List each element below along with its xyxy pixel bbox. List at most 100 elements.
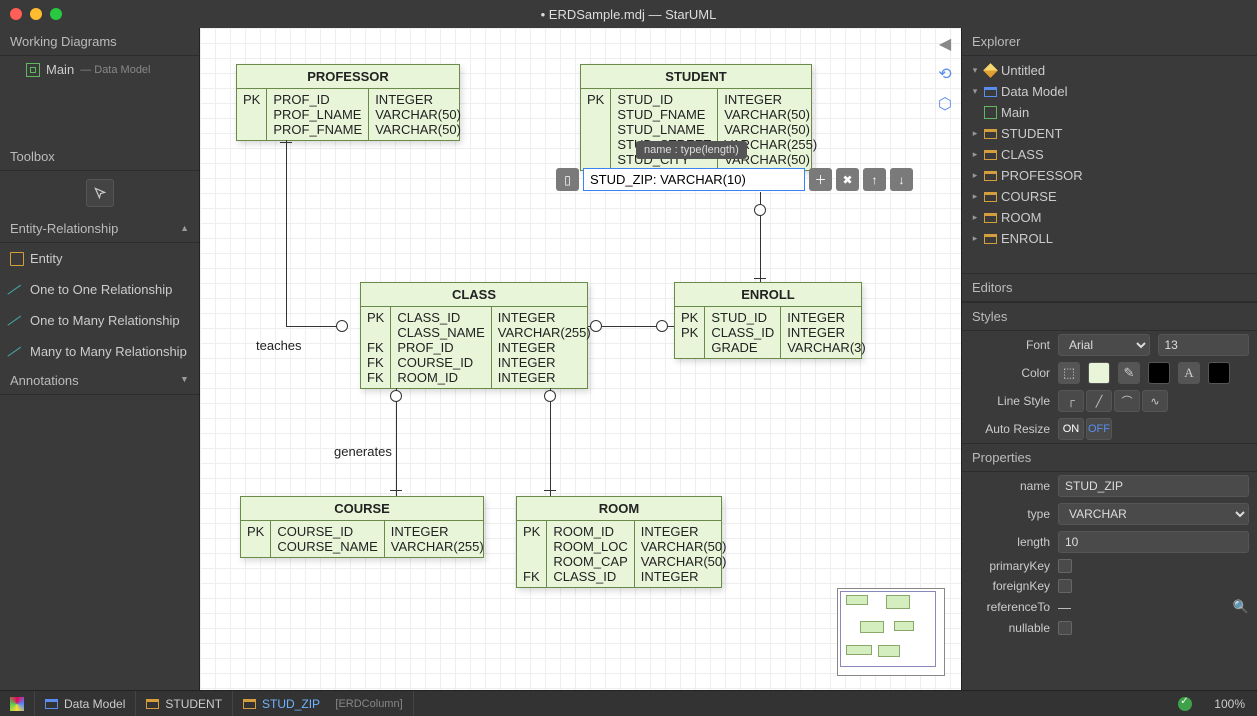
line-picker-icon[interactable]: ✎ — [1118, 362, 1140, 384]
prop-length-input[interactable] — [1058, 531, 1249, 553]
refresh-icon[interactable]: ⟲ — [938, 64, 951, 84]
editors-header[interactable]: Editors — [962, 273, 1257, 302]
entity-icon — [984, 234, 997, 244]
breadcrumb-entity[interactable]: STUDENT — [136, 691, 233, 716]
statusbar: Data Model STUDENT STUD_ZIP [ERDColumn] … — [0, 690, 1257, 716]
rel-endpoint-icon — [590, 320, 602, 332]
linestyle-rounded-button[interactable]: ⌒ — [1114, 390, 1140, 412]
column-edit-input[interactable] — [583, 168, 805, 191]
tree-data-model[interactable]: ▾Data Model — [968, 81, 1251, 102]
entity-icon — [10, 252, 24, 266]
linestyle-rect-button[interactable]: ┌ — [1058, 390, 1084, 412]
annotations-header[interactable]: Annotations ▲ — [0, 367, 199, 395]
prop-primarykey-checkbox[interactable] — [1058, 559, 1072, 573]
rel-label-generates: generates — [334, 444, 392, 459]
tree-item[interactable]: ▸ROOM — [968, 207, 1251, 228]
tree-item[interactable]: ▸COURSE — [968, 186, 1251, 207]
column-edit-row: ▯ ＋ ✖ ↑ ↓ — [556, 168, 913, 191]
linestyle-label: Line Style — [970, 394, 1050, 408]
folder-icon — [984, 87, 997, 97]
tree-item[interactable]: ▸CLASS — [968, 144, 1251, 165]
fill-color-swatch[interactable] — [1088, 362, 1110, 384]
font-size-input[interactable] — [1158, 334, 1250, 356]
entity-class[interactable]: CLASS PK FK FK FK CLASS_ID CLASS_NAME PR… — [360, 282, 588, 389]
layers-icon[interactable]: ⬡ — [938, 94, 952, 114]
linestyle-oblique-button[interactable]: ╱ — [1086, 390, 1112, 412]
prop-type-select[interactable]: VARCHAR — [1058, 503, 1249, 525]
text-color-swatch[interactable] — [1208, 362, 1230, 384]
tool-many-to-many[interactable]: Many to Many Relationship — [0, 336, 199, 367]
linestyle-curve-button[interactable]: ∿ — [1142, 390, 1168, 412]
tree-item[interactable]: ▸STUDENT — [968, 123, 1251, 144]
explorer-tree: ▾Untitled ▾Data Model Main ▸STUDENT ▸CLA… — [962, 56, 1257, 253]
tree-main[interactable]: Main — [968, 102, 1251, 123]
move-down-button[interactable]: ↓ — [890, 168, 913, 191]
rel-tick-icon — [280, 142, 292, 143]
toolbox-header[interactable]: Toolbox — [0, 143, 199, 171]
selection-tool[interactable] — [86, 179, 114, 207]
prop-nullable-checkbox[interactable] — [1058, 621, 1072, 635]
entity-icon — [984, 150, 997, 160]
tool-one-to-one[interactable]: One to One Relationship — [0, 274, 199, 305]
entity-icon — [984, 129, 997, 139]
erd-icon — [26, 63, 40, 77]
right-panel: Explorer ▾Untitled ▾Data Model Main ▸STU… — [961, 28, 1257, 690]
font-select[interactable]: Arial — [1058, 334, 1150, 356]
model-icon — [983, 63, 998, 78]
left-panel: Working Diagrams Main — Data Model Toolb… — [0, 28, 200, 690]
properties-header: Properties — [962, 443, 1257, 472]
canvas-quick-tools: ◀ ⟲ ⬡ — [933, 34, 957, 114]
line-color-swatch[interactable] — [1148, 362, 1170, 384]
one-to-many-icon — [7, 316, 28, 337]
tree-item[interactable]: ▸ENROLL — [968, 228, 1251, 249]
minimap[interactable] — [837, 588, 945, 676]
folder-icon — [45, 699, 58, 709]
breadcrumb-model[interactable]: Data Model — [35, 691, 136, 716]
rel-endpoint-icon — [656, 320, 668, 332]
titlebar: • ERDSample.mdj — StarUML — [0, 0, 1257, 28]
search-icon[interactable]: 🔍 — [1233, 599, 1249, 615]
tool-one-to-many[interactable]: One to Many Relationship — [0, 305, 199, 336]
entity-course[interactable]: COURSE PK COURSE_ID COURSE_NAME INTEGER … — [240, 496, 484, 558]
autoresize-label: Auto Resize — [970, 422, 1050, 436]
zoom-level[interactable]: 100% — [1202, 697, 1257, 711]
working-diagrams-header[interactable]: Working Diagrams — [0, 28, 199, 56]
rel-endpoint-icon — [544, 390, 556, 402]
validation-ok-icon[interactable] — [1178, 697, 1192, 711]
move-up-button[interactable]: ↑ — [863, 168, 886, 191]
er-section-header[interactable]: Entity-Relationship ▲ — [0, 215, 199, 243]
explorer-header[interactable]: Explorer — [962, 28, 1257, 56]
autoresize-off-button[interactable]: OFF — [1086, 418, 1112, 440]
column-icon — [243, 699, 256, 709]
entity-icon — [984, 192, 997, 202]
prop-foreignkey-checkbox[interactable] — [1058, 579, 1072, 593]
text-picker-icon[interactable]: A — [1178, 362, 1200, 384]
diagram-canvas[interactable]: PROFESSOR PK PROF_ID PROF_LNAME PROF_FNA… — [200, 28, 961, 690]
entity-icon — [984, 171, 997, 181]
cursor-icon — [93, 186, 107, 200]
fill-picker-icon[interactable]: ⬚ — [1058, 362, 1080, 384]
prop-referenceto-value: — — [1058, 600, 1225, 615]
working-diagram-item[interactable]: Main — Data Model — [0, 56, 199, 83]
prop-name-input[interactable] — [1058, 475, 1249, 497]
tree-item[interactable]: ▸PROFESSOR — [968, 165, 1251, 186]
entity-enroll[interactable]: ENROLL PK PK STUD_ID CLASS_ID GRADE INTE… — [674, 282, 862, 359]
plug-icon[interactable]: ◀ — [939, 34, 951, 54]
tool-entity[interactable]: Entity — [0, 243, 199, 274]
rel-endpoint-icon — [390, 390, 402, 402]
breadcrumb-column[interactable]: STUD_ZIP [ERDColumn] — [233, 691, 414, 716]
delete-column-button[interactable]: ✖ — [836, 168, 859, 191]
working-diagram-sub: — Data Model — [80, 64, 150, 76]
entity-professor[interactable]: PROFESSOR PK PROF_ID PROF_LNAME PROF_FNA… — [236, 64, 460, 141]
status-app-icon[interactable] — [0, 691, 35, 716]
autoresize-on-button[interactable]: ON — [1058, 418, 1084, 440]
add-column-button[interactable]: ＋ — [809, 168, 832, 191]
tree-root[interactable]: ▾Untitled — [968, 60, 1251, 81]
erd-icon — [984, 106, 997, 119]
rel-label-teaches: teaches — [256, 338, 302, 353]
collapse-icon: ▲ — [180, 223, 189, 233]
many-to-many-icon — [7, 347, 28, 368]
styles-header: Styles — [962, 302, 1257, 331]
entity-room[interactable]: ROOM PK FK ROOM_ID ROOM_LOC ROOM_CAP CLA… — [516, 496, 722, 588]
toggle-visibility-button[interactable]: ▯ — [556, 168, 579, 191]
